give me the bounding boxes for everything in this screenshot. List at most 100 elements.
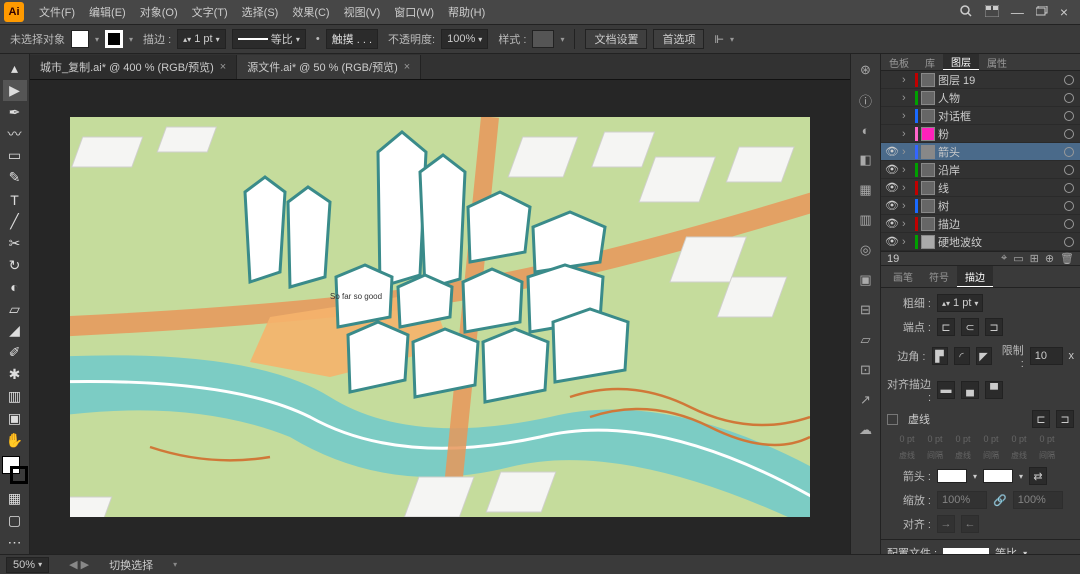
stroke-dash-field[interactable]: 等比 ▾ — [232, 29, 306, 49]
layer-row[interactable]: 👁 › 线 — [881, 179, 1080, 197]
disclose-icon[interactable]: › — [902, 164, 912, 176]
scissors-tool[interactable]: ✂ — [3, 233, 27, 254]
align-icon[interactable]: ⊩ — [714, 33, 724, 46]
cap-round[interactable]: ⊂ — [961, 318, 979, 336]
menu-edit[interactable]: 编辑(E) — [82, 4, 133, 20]
search-icon[interactable] — [959, 4, 973, 21]
layer-row[interactable]: 👁 › 硬地波纹 — [881, 233, 1080, 251]
layer-row[interactable]: › 对话框 — [881, 107, 1080, 125]
workspace-icon[interactable] — [985, 5, 999, 20]
disclose-icon[interactable]: › — [902, 110, 912, 122]
layer-row[interactable]: › 粉 — [881, 125, 1080, 143]
type-tool[interactable]: T — [3, 189, 27, 210]
symbol-tool[interactable]: ✱ — [3, 364, 27, 385]
target-icon[interactable] — [1064, 147, 1074, 157]
align-icon[interactable]: ⊟ — [856, 300, 876, 320]
target-icon[interactable] — [1064, 93, 1074, 103]
tab-symbols[interactable]: 符号 — [921, 266, 957, 287]
rectangle-tool[interactable]: ▭ — [3, 146, 27, 167]
opacity-field[interactable]: 100% ▾ — [441, 29, 488, 49]
swatch-icon[interactable]: ◧ — [856, 150, 876, 170]
menu-select[interactable]: 选择(S) — [235, 4, 286, 20]
edit-toolbar-icon[interactable]: ⋯ — [3, 532, 27, 553]
align-inside[interactable]: ▄ — [961, 381, 979, 399]
visibility-icon[interactable]: 👁 — [885, 235, 899, 248]
target-icon[interactable] — [1064, 111, 1074, 121]
info-icon[interactable]: ⓘ — [856, 90, 876, 110]
selection-tool[interactable]: ▴ — [3, 58, 27, 79]
gradient-tool[interactable]: ◢ — [3, 321, 27, 342]
disclose-icon[interactable]: › — [902, 146, 912, 158]
scale-start-field[interactable]: 100% — [937, 491, 987, 509]
libraries-icon[interactable]: ☁ — [856, 420, 876, 440]
touch-field[interactable]: 触摸 . . . — [326, 29, 378, 49]
align-outside[interactable]: ▀ — [985, 381, 1003, 399]
cap-square[interactable]: ⊐ — [985, 318, 1003, 336]
tab-layers[interactable]: 图层 — [943, 54, 979, 70]
miter-field[interactable]: 10 — [1030, 347, 1063, 365]
disclose-icon[interactable]: › — [902, 182, 912, 194]
target-icon[interactable] — [1064, 219, 1074, 229]
canvas[interactable]: So far so good — [30, 80, 850, 554]
layer-row[interactable]: 👁 › 描边 — [881, 215, 1080, 233]
properties-icon[interactable]: ⊛ — [856, 60, 876, 80]
eyedropper-tool[interactable]: ✐ — [3, 342, 27, 363]
locate-icon[interactable]: ⌖ — [1001, 252, 1007, 265]
transform-icon[interactable]: ⊡ — [856, 360, 876, 380]
zoom-field[interactable]: 50% ▾ — [6, 557, 49, 573]
visibility-icon[interactable]: 👁 — [885, 217, 899, 230]
disclose-icon[interactable]: › — [902, 74, 912, 86]
cap-butt[interactable]: ⊏ — [937, 318, 955, 336]
scale-end-field[interactable]: 100% — [1013, 491, 1063, 509]
style-swatch[interactable] — [532, 30, 554, 48]
menu-type[interactable]: 文字(T) — [185, 4, 235, 20]
disclose-icon[interactable]: › — [902, 92, 912, 104]
doc-setup-button[interactable]: 文档设置 — [585, 29, 647, 49]
close-icon[interactable]: × — [220, 61, 226, 73]
direct-select-tool[interactable]: ▶ — [3, 80, 27, 101]
window-close-icon[interactable]: × — [1060, 4, 1068, 20]
tab-stroke[interactable]: 描边 — [957, 266, 993, 287]
corner-miter[interactable]: ▛ — [932, 347, 948, 365]
visibility-icon[interactable]: 👁 — [885, 199, 899, 212]
trash-icon[interactable]: 🗑 — [1060, 252, 1074, 265]
disclose-icon[interactable]: › — [902, 236, 912, 248]
graphic-styles-icon[interactable]: ▣ — [856, 270, 876, 290]
menu-view[interactable]: 视图(V) — [337, 4, 388, 20]
layer-row[interactable]: 👁 › 树 — [881, 197, 1080, 215]
fill-stroke-control[interactable] — [2, 456, 28, 484]
pathfinder-icon[interactable]: ▱ — [856, 330, 876, 350]
target-icon[interactable] — [1064, 165, 1074, 175]
stroke-weight-field[interactable]: ▴▾ 1 pt ▾ — [177, 29, 226, 49]
export-icon[interactable]: ↗ — [856, 390, 876, 410]
gradient-icon[interactable]: ▦ — [856, 180, 876, 200]
hand-tool[interactable]: ✋ — [3, 430, 27, 451]
arrow-end[interactable] — [983, 469, 1013, 483]
disclose-icon[interactable]: › — [902, 200, 912, 212]
layer-row[interactable]: 👁 › 箭头 — [881, 143, 1080, 161]
tab-libraries[interactable]: 库 — [917, 54, 943, 70]
layer-row[interactable]: › 图层 19 — [881, 71, 1080, 89]
target-icon[interactable] — [1064, 201, 1074, 211]
dash-align-icon[interactable]: ⊐ — [1056, 410, 1074, 428]
menu-effect[interactable]: 效果(C) — [285, 4, 336, 20]
disclose-icon[interactable]: › — [902, 128, 912, 140]
tab-properties[interactable]: 属性 — [979, 54, 1015, 70]
arrow-swap-icon[interactable]: ⇄ — [1029, 467, 1047, 485]
tab-swatches[interactable]: 色板 — [881, 54, 917, 70]
window-min-icon[interactable]: — — [1011, 5, 1024, 20]
doc-tab-2[interactable]: 源文件.ai* @ 50 % (RGB/预览)× — [237, 55, 421, 79]
artboard[interactable]: So far so good — [70, 117, 810, 517]
target-icon[interactable] — [1064, 129, 1074, 139]
close-icon[interactable]: × — [404, 61, 410, 73]
stroke-swatch[interactable] — [105, 30, 123, 48]
tab-brushes[interactable]: 画笔 — [885, 266, 921, 287]
artboard-tool[interactable]: ▣ — [3, 408, 27, 429]
brush-tool[interactable]: ✎ — [3, 167, 27, 188]
target-icon[interactable] — [1064, 75, 1074, 85]
rotate-tool[interactable]: ↻ — [3, 255, 27, 276]
graph-tool[interactable]: ▥ — [3, 386, 27, 407]
arrow-align-1[interactable]: → — [937, 515, 955, 533]
visibility-icon[interactable]: 👁 — [885, 145, 899, 158]
mask-icon[interactable]: ▭ — [1013, 252, 1023, 265]
